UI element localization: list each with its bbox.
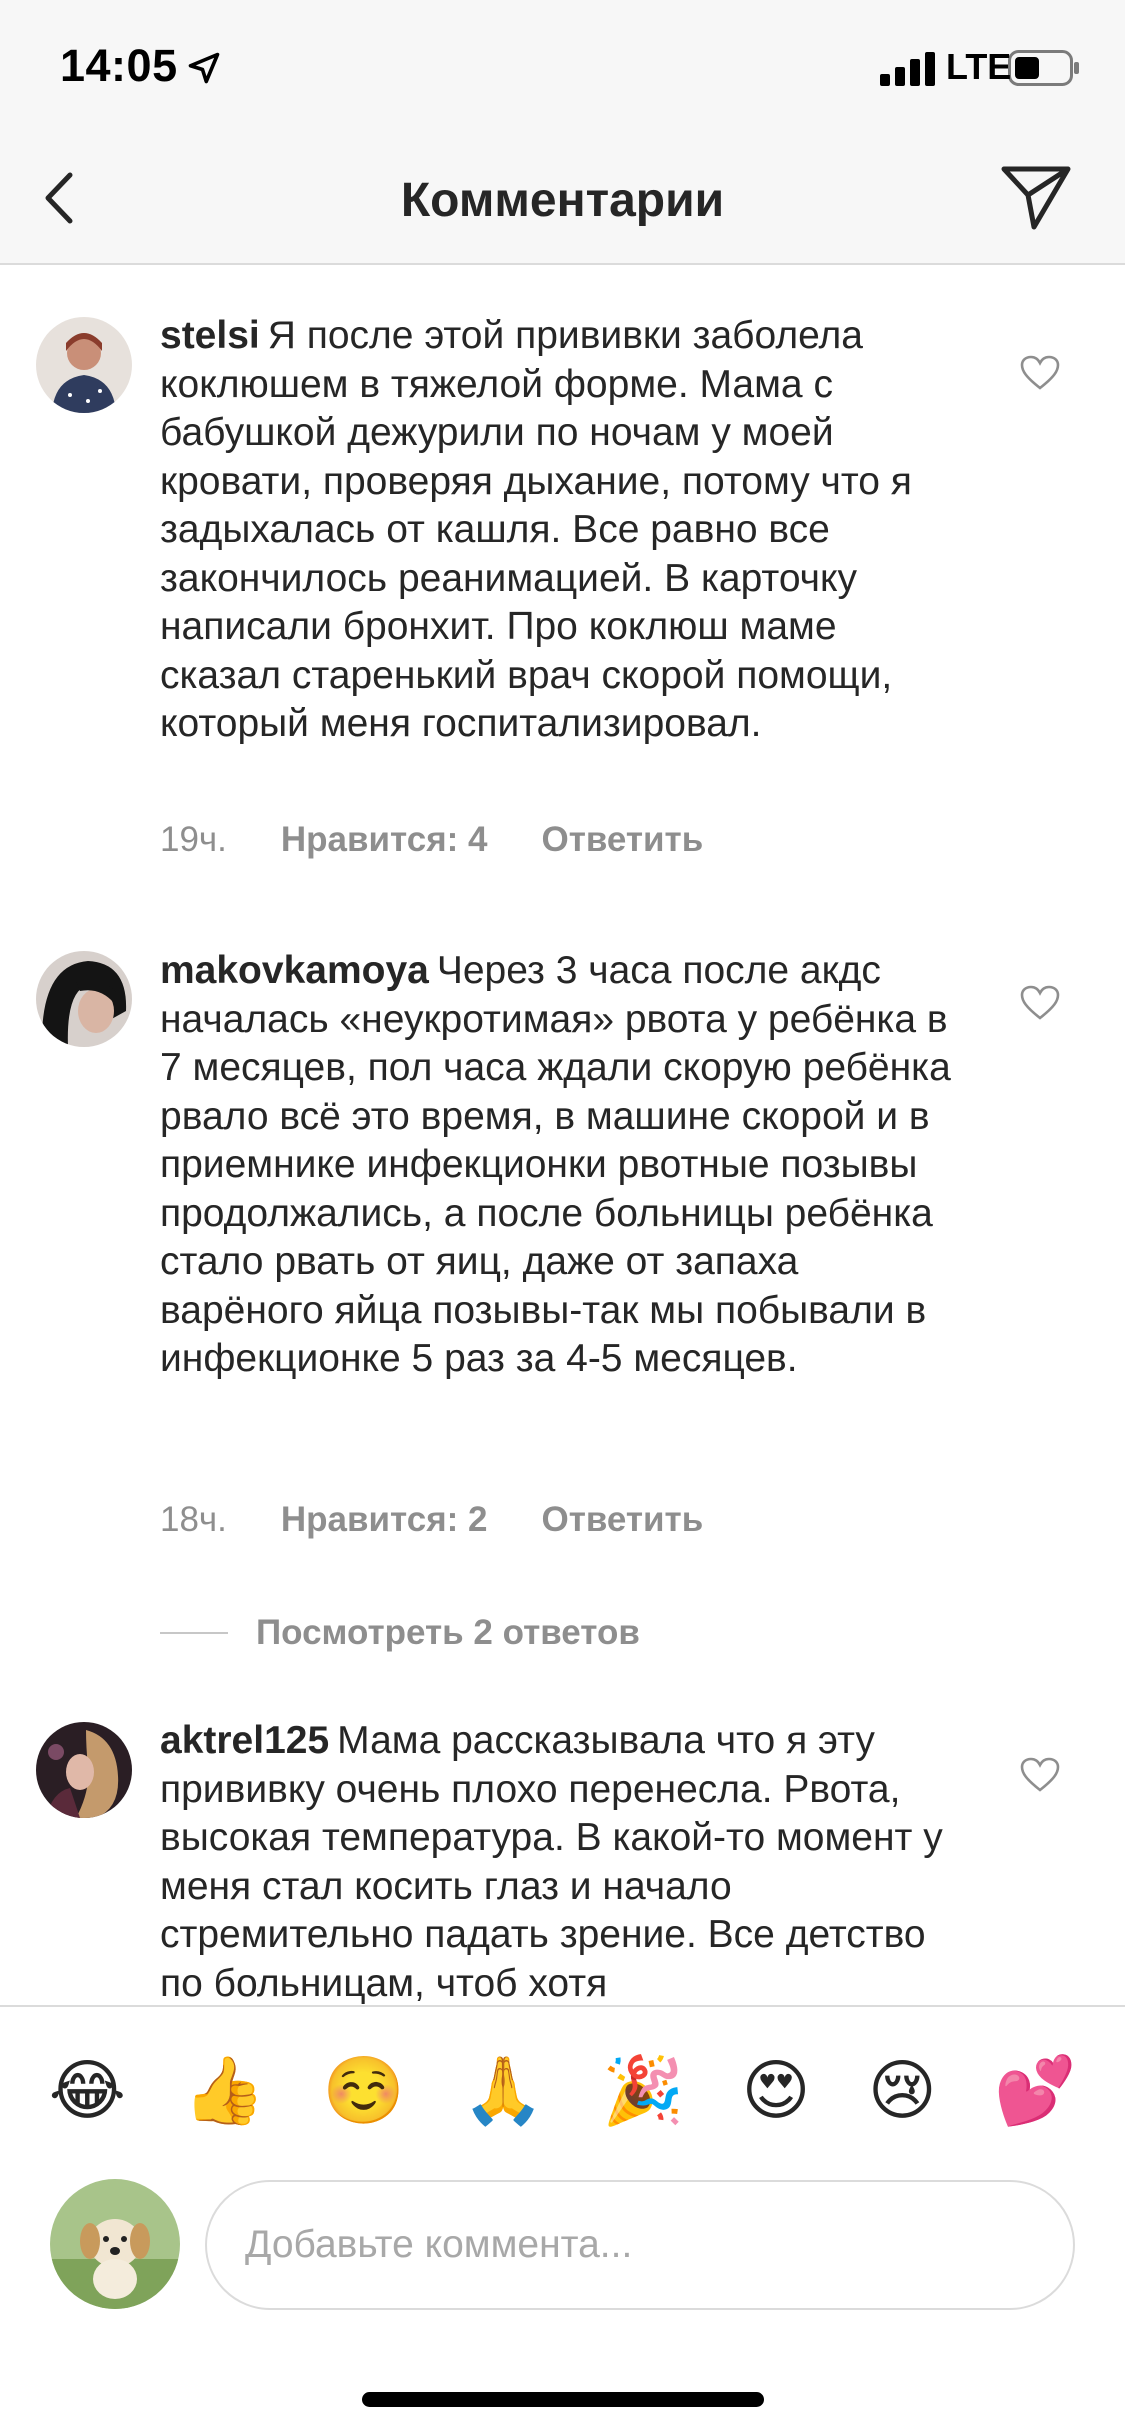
nav-bar: Комментарии (0, 135, 1125, 265)
emoji-bar: 😂 👍 ☺️ 🙏 🎉 😍 😢 💕 (0, 2005, 1125, 2175)
comment-message: Через 3 часа после акдс началась «неукро… (160, 949, 951, 1380)
party-popper-emoji-icon[interactable]: 🎉 (602, 2058, 684, 2124)
comment-meta: 19ч. Нравится: 4 Ответить (160, 820, 703, 860)
direct-send-icon[interactable] (998, 159, 1074, 235)
comment-likes[interactable]: Нравится: 2 (281, 1500, 488, 1540)
comment-username[interactable]: aktrel125 (160, 1719, 329, 1762)
home-indicator[interactable] (362, 2392, 764, 2407)
thumbs-up-emoji-icon[interactable]: 👍 (183, 2058, 265, 2124)
avatar[interactable] (36, 317, 132, 413)
replies-divider (160, 1632, 228, 1634)
tears-of-joy-emoji-icon[interactable]: 😂 (49, 2058, 126, 2124)
comment-text: makovkamoya Через 3 часа после акдс начал… (160, 947, 960, 1384)
comment-message: Я после этой прививки заболела коклюшем … (160, 314, 912, 745)
page-title: Комментарии (400, 174, 725, 227)
comment-composer (0, 2175, 1125, 2355)
comment-input[interactable] (205, 2180, 1075, 2310)
status-bar: 14:05 LTE (0, 0, 1125, 135)
comment-meta: 18ч. Нравится: 2 Ответить (160, 1500, 703, 1540)
view-replies-button[interactable]: Посмотреть 2 ответов (160, 1613, 640, 1653)
comment-text: aktrel125 Мама рассказывала что я эту при… (160, 1717, 960, 2005)
reply-button[interactable]: Ответить (541, 820, 703, 860)
network-type: LTE (946, 46, 1012, 87)
heart-icon[interactable] (1020, 985, 1060, 1021)
comment-likes[interactable]: Нравится: 4 (281, 820, 488, 860)
status-time: 14:05 (60, 40, 178, 91)
comment-username[interactable]: makovkamoya (160, 949, 429, 992)
smiling-face-emoji-icon[interactable]: ☺️ (323, 2058, 405, 2124)
folded-hands-emoji-icon[interactable]: 🙏 (462, 2058, 544, 2124)
location-arrow-icon (188, 52, 220, 84)
view-replies-label: Посмотреть 2 ответов (256, 1613, 640, 1652)
comment-time: 19ч. (160, 820, 227, 859)
heart-eyes-emoji-icon[interactable]: 😍 (742, 2058, 811, 2124)
heart-icon[interactable] (1020, 355, 1060, 391)
two-hearts-emoji-icon[interactable]: 💕 (994, 2058, 1076, 2124)
comments-list[interactable]: stelsi Я после этой прививки заболела кок… (0, 267, 1125, 2005)
battery-icon (1008, 50, 1079, 86)
reply-button[interactable]: Ответить (541, 1500, 703, 1540)
avatar[interactable] (36, 951, 132, 1047)
heart-icon[interactable] (1020, 1757, 1060, 1793)
avatar[interactable] (36, 1722, 132, 1818)
my-avatar (50, 2179, 180, 2309)
comment-text: stelsi Я после этой прививки заболела кок… (160, 312, 960, 749)
crying-face-emoji-icon[interactable]: 😢 (868, 2058, 937, 2124)
comment-username[interactable]: stelsi (160, 314, 260, 357)
signal-strength-icon (880, 52, 935, 86)
comments-screen: 14:05 LTE Комментарии stelsi Я после это… (0, 0, 1125, 2436)
comment-time: 18ч. (160, 1500, 227, 1539)
